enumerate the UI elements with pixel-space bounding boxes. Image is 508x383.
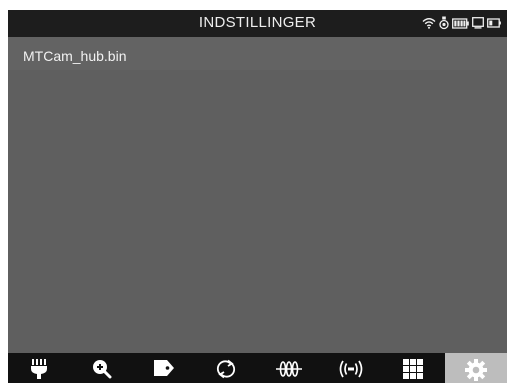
wifi-icon bbox=[422, 17, 436, 29]
status-icons bbox=[422, 16, 501, 30]
file-list-item[interactable]: MTCam_hub.bin bbox=[8, 37, 507, 70]
file-name: MTCam_hub.bin bbox=[23, 48, 127, 64]
rotate-button[interactable] bbox=[195, 353, 257, 383]
battery-icon bbox=[452, 17, 469, 29]
zoom-in-icon bbox=[92, 353, 112, 379]
settings-button[interactable] bbox=[444, 353, 507, 383]
tube-button[interactable] bbox=[258, 353, 320, 383]
content-area bbox=[8, 70, 507, 353]
signal-button[interactable] bbox=[320, 353, 382, 383]
grid-button[interactable] bbox=[382, 353, 444, 383]
camera-connected-icon bbox=[439, 16, 449, 30]
grid-icon bbox=[403, 353, 424, 379]
zoom-button[interactable] bbox=[70, 353, 132, 383]
illumination-icon bbox=[30, 353, 48, 379]
tube-loops-icon bbox=[275, 353, 302, 379]
device-screen: INDSTILLINGER MTCam_hub.bin bbox=[8, 10, 507, 383]
top-bar: INDSTILLINGER bbox=[8, 10, 507, 37]
settings-gear-icon bbox=[464, 353, 487, 381]
display-icon bbox=[472, 17, 484, 29]
rotate-icon bbox=[216, 353, 236, 379]
camera-battery-icon bbox=[487, 18, 501, 28]
tag-icon bbox=[153, 353, 175, 377]
tag-button[interactable] bbox=[133, 353, 195, 383]
illumination-button[interactable] bbox=[8, 353, 70, 383]
signal-icon bbox=[339, 353, 363, 379]
bottom-toolbar bbox=[8, 353, 507, 383]
